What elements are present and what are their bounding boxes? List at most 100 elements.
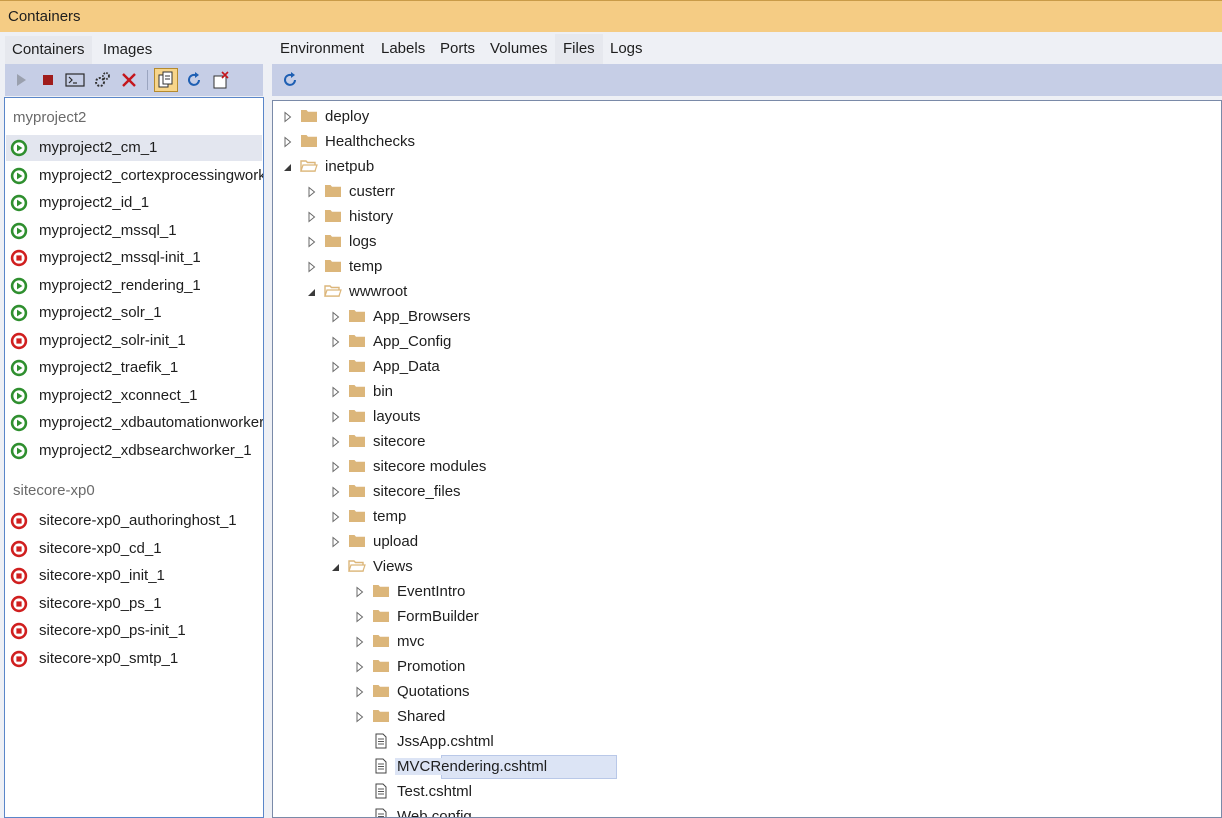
- container-row[interactable]: myproject2_traefik_1: [6, 355, 262, 381]
- folder-node[interactable]: deploy: [273, 105, 1213, 129]
- container-row[interactable]: myproject2_rendering_1: [6, 273, 262, 299]
- folder-node[interactable]: upload: [273, 530, 1213, 554]
- folder-node[interactable]: sitecore_files: [273, 480, 1213, 504]
- expand-arrow-icon[interactable]: [307, 261, 317, 273]
- folder-node[interactable]: EventIntro: [273, 580, 1213, 604]
- folder-node[interactable]: temp: [273, 505, 1213, 529]
- stop-button[interactable]: [36, 68, 60, 92]
- container-row[interactable]: myproject2_xconnect_1: [6, 383, 262, 409]
- folder-node[interactable]: custerr: [273, 180, 1213, 204]
- tab-logs[interactable]: Logs: [602, 34, 651, 64]
- folder-node[interactable]: Quotations: [273, 680, 1213, 704]
- expand-arrow-icon[interactable]: [331, 386, 341, 398]
- folder-node[interactable]: Shared: [273, 705, 1213, 729]
- folder-node[interactable]: sitecore modules: [273, 455, 1213, 479]
- running-status-icon: [10, 139, 28, 157]
- container-name: myproject2_traefik_1: [39, 359, 179, 376]
- expand-arrow-icon[interactable]: [331, 436, 341, 448]
- container-row[interactable]: sitecore-xp0_authoringhost_1: [6, 508, 262, 534]
- folder-node[interactable]: layouts: [273, 405, 1213, 429]
- expand-arrow-icon[interactable]: [307, 186, 317, 198]
- container-row[interactable]: sitecore-xp0_init_1: [6, 563, 262, 589]
- tab-files[interactable]: Files: [555, 34, 603, 64]
- folder-node[interactable]: inetpub: [273, 155, 1213, 179]
- folder-node[interactable]: Healthchecks: [273, 130, 1213, 154]
- folder-node[interactable]: bin: [273, 380, 1213, 404]
- tab-ports[interactable]: Ports: [432, 34, 483, 64]
- folder-node[interactable]: history: [273, 205, 1213, 229]
- container-name: myproject2_cm_1: [39, 139, 158, 156]
- expand-arrow-icon[interactable]: [331, 336, 341, 348]
- node-label: mvc: [397, 633, 425, 650]
- folder-node[interactable]: App_Data: [273, 355, 1213, 379]
- expand-arrow-icon[interactable]: [331, 486, 341, 498]
- folder-node[interactable]: wwwroot: [273, 280, 1213, 304]
- expand-arrow-icon[interactable]: [331, 461, 341, 473]
- expand-arrow-icon[interactable]: [331, 411, 341, 423]
- collapse-arrow-icon[interactable]: [283, 161, 293, 173]
- collapse-arrow-icon[interactable]: [331, 561, 341, 573]
- settings-button[interactable]: [90, 68, 114, 92]
- expand-arrow-icon[interactable]: [355, 711, 365, 723]
- expand-arrow-icon[interactable]: [307, 211, 317, 223]
- delete-button[interactable]: [117, 68, 141, 92]
- stopped-status-icon: [10, 622, 28, 640]
- expand-arrow-icon[interactable]: [355, 661, 365, 673]
- container-row[interactable]: myproject2_cortexprocessingworker_1: [6, 163, 263, 189]
- expand-arrow-icon[interactable]: [331, 511, 341, 523]
- container-row[interactable]: sitecore-xp0_cd_1: [6, 536, 262, 562]
- folder-node[interactable]: App_Config: [273, 330, 1213, 354]
- container-row[interactable]: myproject2_mssql_1: [6, 218, 262, 244]
- terminal-button[interactable]: [63, 68, 87, 92]
- folder-node[interactable]: sitecore: [273, 430, 1213, 454]
- container-row[interactable]: sitecore-xp0_smtp_1: [6, 646, 262, 672]
- file-node[interactable]: MVCRendering.cshtml: [273, 755, 1213, 779]
- container-row[interactable]: myproject2_solr_1: [6, 300, 262, 326]
- container-row[interactable]: myproject2_xdbsearchworker_1: [6, 438, 262, 464]
- start-button[interactable]: [9, 68, 33, 92]
- tab-volumes[interactable]: Volumes: [482, 34, 556, 64]
- folder-node[interactable]: Views: [273, 555, 1213, 579]
- container-row[interactable]: myproject2_xdbautomationworker_1: [6, 410, 263, 436]
- expand-arrow-icon[interactable]: [331, 361, 341, 373]
- expand-arrow-icon[interactable]: [307, 236, 317, 248]
- expand-arrow-icon[interactable]: [283, 136, 293, 148]
- collapse-arrow-icon[interactable]: [307, 286, 317, 298]
- folder-node[interactable]: logs: [273, 230, 1213, 254]
- container-row[interactable]: sitecore-xp0_ps_1: [6, 591, 262, 617]
- container-row[interactable]: myproject2_mssql-init_1: [6, 245, 262, 271]
- container-name: sitecore-xp0_authoringhost_1: [39, 512, 237, 529]
- files-refresh-button[interactable]: [278, 68, 302, 92]
- expand-arrow-icon[interactable]: [355, 611, 365, 623]
- tab-images[interactable]: Images: [96, 36, 159, 64]
- expand-arrow-icon[interactable]: [331, 311, 341, 323]
- folder-node[interactable]: Promotion: [273, 655, 1213, 679]
- expand-arrow-icon[interactable]: [283, 111, 293, 123]
- file-node[interactable]: Test.cshtml: [273, 780, 1213, 804]
- stopped-status-icon: [10, 567, 28, 585]
- folder-icon: [373, 610, 389, 622]
- remove-button[interactable]: [209, 68, 233, 92]
- folder-node[interactable]: mvc: [273, 630, 1213, 654]
- file-node[interactable]: Web.config: [273, 805, 1213, 817]
- tab-containers[interactable]: Containers: [5, 36, 92, 64]
- tab-labels[interactable]: Labels: [373, 34, 433, 64]
- container-row[interactable]: myproject2_id_1: [6, 190, 262, 216]
- tab-environment[interactable]: Environment: [272, 34, 372, 64]
- refresh-button[interactable]: [182, 68, 206, 92]
- container-row[interactable]: sitecore-xp0_ps-init_1: [6, 618, 262, 644]
- folder-node[interactable]: App_Browsers: [273, 305, 1213, 329]
- expand-arrow-icon[interactable]: [331, 536, 341, 548]
- container-row[interactable]: myproject2_solr-init_1: [6, 328, 262, 354]
- folder-icon: [301, 110, 317, 122]
- container-name: sitecore-xp0_init_1: [39, 567, 165, 584]
- folder-node[interactable]: temp: [273, 255, 1213, 279]
- container-row[interactable]: myproject2_cm_1: [6, 135, 262, 161]
- expand-arrow-icon[interactable]: [355, 686, 365, 698]
- folder-node[interactable]: FormBuilder: [273, 605, 1213, 629]
- copy-files-button[interactable]: [154, 68, 178, 92]
- expand-arrow-icon[interactable]: [355, 586, 365, 598]
- expand-arrow-icon[interactable]: [355, 636, 365, 648]
- file-icon: [375, 783, 387, 799]
- file-node[interactable]: JssApp.cshtml: [273, 730, 1213, 754]
